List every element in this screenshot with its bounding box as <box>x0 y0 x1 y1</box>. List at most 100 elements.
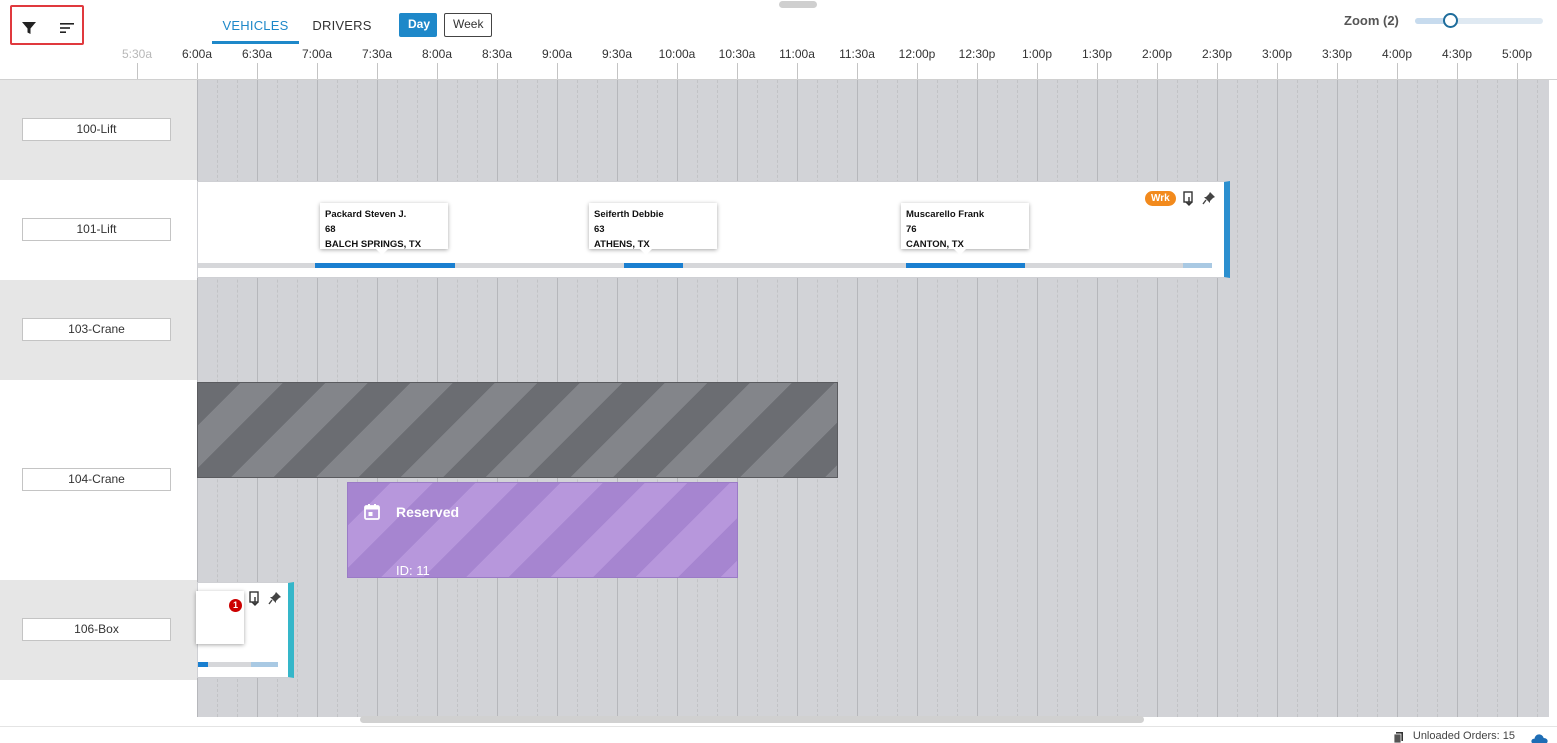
row-104-crane: 104-Crane <box>0 380 197 580</box>
grid-line <box>1217 80 1218 717</box>
trip-timeline-track <box>198 263 1212 268</box>
row-name[interactable]: 104-Crane <box>22 468 171 491</box>
stop-card[interactable]: Packard Steven J. 68 BALCH SPRINGS, TX <box>320 203 448 255</box>
stop-pointer <box>640 249 652 255</box>
grid-line <box>857 80 858 717</box>
zoom-slider[interactable] <box>1415 13 1543 28</box>
stop-card[interactable]: Seiferth Debbie 63 ATHENS, TX <box>589 203 717 255</box>
cloud-icon[interactable] <box>1531 731 1548 743</box>
sort-icon[interactable] <box>58 19 80 39</box>
alert-count-badge: 1 <box>229 599 242 612</box>
reserved-block[interactable]: Reserved ID: 11 <box>347 482 738 578</box>
time-tick-mark <box>677 63 678 79</box>
time-tick-mark <box>977 63 978 79</box>
toolbar-highlight <box>10 5 84 45</box>
time-tick-mark <box>737 63 738 79</box>
grid-subline <box>1137 80 1138 717</box>
calendar-icon <box>363 503 381 526</box>
time-tick-mark <box>197 63 198 79</box>
row-103-crane: 103-Crane <box>0 280 197 380</box>
time-tick-label: 1:30p <box>1081 47 1113 61</box>
grid-subline <box>1077 80 1078 717</box>
time-tick-label: 8:00a <box>421 47 453 61</box>
grid-subline <box>937 80 938 717</box>
grid-line <box>977 80 978 717</box>
reserved-id: ID: 11 <box>396 563 430 578</box>
time-tick-mark <box>317 63 318 79</box>
time-tick-label: 3:30p <box>1321 47 1353 61</box>
time-tick-mark <box>1157 63 1158 79</box>
horizontal-scrollbar[interactable] <box>360 716 1144 723</box>
time-tick-label: 4:30p <box>1441 47 1473 61</box>
unloaded-orders-count[interactable]: Unloaded Orders: 15 <box>1413 730 1515 742</box>
grid-subline <box>1117 80 1118 717</box>
stop-pointer <box>376 249 388 255</box>
stop-number: 63 <box>594 224 605 235</box>
day-view-button[interactable]: Day <box>399 13 437 37</box>
time-tick-mark <box>797 63 798 79</box>
time-tick-mark <box>1217 63 1218 79</box>
tab-drivers[interactable]: DRIVERS <box>310 14 374 44</box>
row-name[interactable]: 100-Lift <box>22 118 171 141</box>
stop-location: ATHENS, TX <box>594 239 650 250</box>
grid-subline <box>1197 80 1198 717</box>
grid-subline <box>957 80 958 717</box>
time-tick-label: 9:30a <box>601 47 633 61</box>
row-name[interactable]: 101-Lift <box>22 218 171 241</box>
trip-segment <box>624 263 683 268</box>
grid-line <box>1157 80 1158 717</box>
time-tick-mark <box>497 63 498 79</box>
unavailable-block[interactable] <box>197 382 838 478</box>
time-tick-mark <box>1457 63 1458 79</box>
stop-card[interactable]: Muscarello Frank 76 CANTON, TX <box>901 203 1029 255</box>
trip-bar[interactable]: Wrk Packard Steven J. 68 BALCH SPRINGS, … <box>197 181 1230 278</box>
grid-line <box>1277 80 1278 717</box>
grid-subline <box>1417 80 1418 717</box>
stop-number: 68 <box>325 224 336 235</box>
zoom-slider-thumb[interactable] <box>1442 13 1458 28</box>
unload-icon[interactable] <box>248 591 262 607</box>
document-icon <box>1393 730 1403 743</box>
grid-right-rail <box>1549 80 1557 660</box>
time-tick-mark <box>1517 63 1518 79</box>
grid-line <box>1397 80 1398 717</box>
time-tick-label: 6:30a <box>241 47 273 61</box>
time-tick-mark <box>857 63 858 79</box>
row-name[interactable]: 106-Box <box>22 618 171 641</box>
trip-bar[interactable]: 1 <box>196 582 294 678</box>
pin-icon[interactable] <box>268 591 282 607</box>
grid-subline <box>1297 80 1298 717</box>
time-tick-mark <box>377 63 378 79</box>
time-tick-label: 12:00p <box>898 47 936 61</box>
grid-subline <box>897 80 898 717</box>
unload-icon[interactable] <box>1182 191 1196 207</box>
timeline-header: 5:30a 6:00a 6:30a 7:00a 7:30a 8:00a 8:30a 9:00a… <box>0 45 1557 80</box>
grid-line <box>1337 80 1338 717</box>
top-drag-handle[interactable] <box>779 1 817 8</box>
time-tick-mark <box>557 63 558 79</box>
status-footer: Unloaded Orders: 15 <box>0 726 1557 743</box>
row-name[interactable]: 103-Crane <box>22 318 171 341</box>
zoom-label: Zoom (2) <box>1344 13 1399 28</box>
grid-subline <box>1497 80 1498 717</box>
time-tick-mark <box>1037 63 1038 79</box>
trip-segment-remaining <box>251 662 278 667</box>
time-tick-label: 5:30a <box>121 47 153 61</box>
time-tick-mark <box>437 63 438 79</box>
time-tick-label: 12:30p <box>958 47 996 61</box>
time-tick-label: 2:30p <box>1201 47 1233 61</box>
stop-customer: Packard Steven J. <box>325 209 407 220</box>
grid-subline <box>1537 80 1538 717</box>
grid-subline <box>1257 80 1258 717</box>
time-tick-label: 3:00p <box>1261 47 1293 61</box>
week-view-button[interactable]: Week <box>444 13 492 37</box>
stop-customer: Muscarello Frank <box>906 209 985 220</box>
stop-customer: Seiferth Debbie <box>594 209 664 220</box>
grid-subline <box>1377 80 1378 717</box>
time-tick-label: 7:30a <box>361 47 393 61</box>
pin-icon[interactable] <box>1202 191 1216 207</box>
tab-vehicles[interactable]: VEHICLES <box>212 14 299 44</box>
time-tick-mark <box>617 63 618 79</box>
row-101-lift: 101-Lift <box>0 180 197 280</box>
filter-icon[interactable] <box>20 19 42 39</box>
